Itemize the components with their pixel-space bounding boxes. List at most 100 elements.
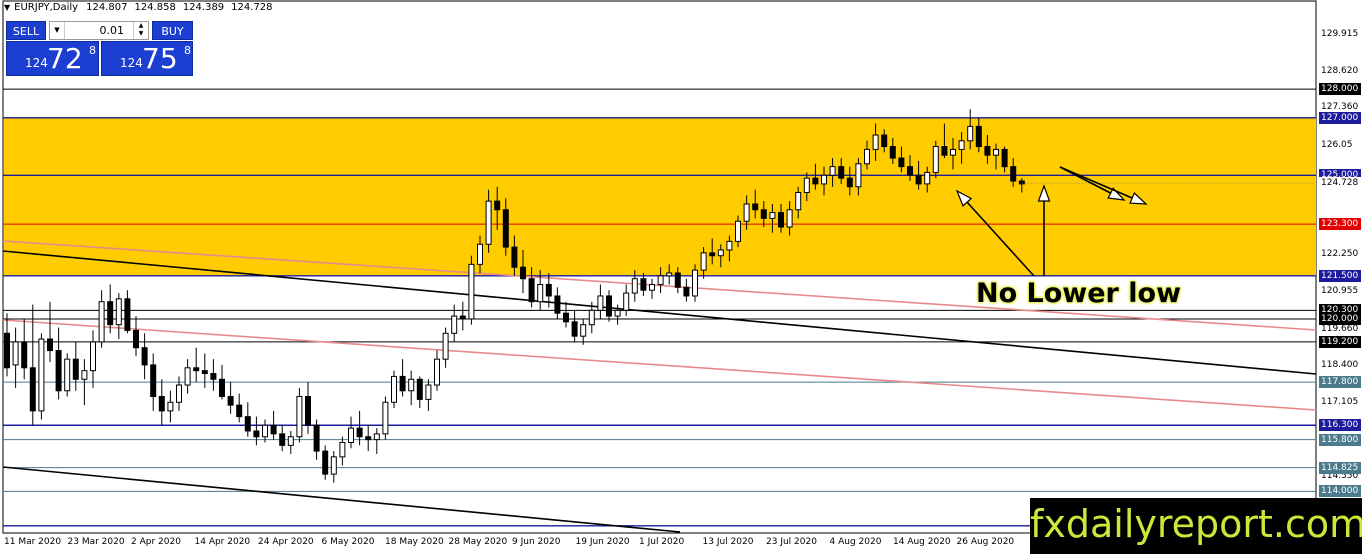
lot-value[interactable]: 0.01 (100, 22, 125, 39)
candle-bullish (855, 163, 862, 188)
candle-bullish (442, 332, 449, 360)
candle-bearish (563, 312, 569, 323)
lot-dropdown-icon[interactable]: ▼ (50, 22, 65, 39)
sell-price-display[interactable]: 124 72 8 (6, 41, 99, 76)
candle-bearish (141, 347, 148, 366)
price-tick-label: 128.620 (1321, 66, 1359, 77)
candle-bearish (975, 125, 982, 148)
candle-bearish (356, 427, 363, 438)
candle-bearish (984, 146, 991, 156)
candle-bullish (167, 401, 174, 412)
open-price: 124.807 (86, 2, 128, 13)
date-tick-label: 23 Mar 2020 (67, 537, 125, 547)
date-tick-label: 9 Jun 2020 (512, 537, 561, 547)
watermark: fxdailyreport.com (1030, 498, 1362, 554)
price-tick-label: 122.250 (1321, 249, 1359, 260)
candle-bullish (993, 148, 999, 156)
sell-price-prefix: 124 (25, 56, 48, 70)
buy-price-display[interactable]: 124 75 8 (101, 41, 193, 76)
price-level-label: 116.300 (1319, 419, 1361, 432)
date-tick-label: 1 Jul 2020 (639, 537, 685, 547)
price-level-label: 114.000 (1319, 485, 1361, 498)
candle-bearish (838, 166, 845, 179)
sell-button[interactable]: SELL (6, 21, 46, 40)
candle-bullish (803, 177, 810, 194)
price-level-label: 114.825 (1319, 461, 1361, 474)
candle-bullish (90, 341, 96, 372)
candle-bullish (115, 298, 122, 326)
candle-bullish (296, 396, 303, 438)
price-level-label: 128.000 (1319, 83, 1361, 96)
buy-button[interactable]: BUY (152, 21, 193, 40)
price-level-label: 121.500 (1319, 269, 1361, 282)
date-tick-label: 19 Jun 2020 (575, 537, 630, 547)
date-tick-label: 18 May 2020 (385, 537, 444, 547)
candle-bearish (219, 378, 225, 398)
price-level-label: 120.000 (1319, 312, 1361, 325)
candle-bullish (451, 315, 458, 334)
symbol-timeframe: EURJPY,Daily (14, 2, 79, 13)
candle-bearish (227, 396, 234, 406)
candle-bearish (133, 329, 139, 349)
candle-bullish (468, 263, 475, 320)
trendline-pink-lower (2, 319, 1317, 411)
candle-bearish (606, 295, 612, 317)
chart-window[interactable]: ▼ EURJPY,Daily 124.807 124.858 124.389 1… (0, 0, 1362, 554)
candle-bearish (193, 367, 200, 372)
candle-bullish (614, 309, 621, 317)
candle-bullish (588, 309, 595, 326)
candle-bullish (176, 384, 182, 403)
price-level-label: 119.200 (1319, 335, 1361, 348)
candle-bearish (4, 332, 10, 369)
candle-bearish (459, 315, 466, 320)
candle-bearish (47, 338, 53, 352)
candle-bullish (382, 401, 389, 435)
candle-bearish (778, 212, 784, 228)
candle-bullish (287, 436, 294, 446)
candle-bearish (201, 370, 208, 375)
candle-bearish (760, 209, 767, 219)
candle-bearish (494, 200, 501, 211)
candle-bullish (348, 427, 354, 443)
one-click-trading-panel: SELL ▼ 0.01 ▲ ▼ BUY 124 72 8 124 75 8 (6, 21, 193, 76)
close-price: 124.728 (231, 2, 273, 13)
candle-bearish (279, 433, 286, 446)
candle-bearish (545, 283, 552, 297)
candle-bullish (262, 424, 268, 438)
candle-bullish (81, 370, 88, 380)
candle-bearish (709, 252, 716, 257)
lot-spinner-icon[interactable]: ▲ ▼ (133, 22, 148, 39)
low-price: 124.389 (182, 2, 225, 13)
candle-bullish (769, 212, 776, 219)
candle-bearish (528, 278, 535, 303)
candle-bullish (967, 125, 974, 142)
candle-bearish (399, 375, 406, 392)
candle-bullish (339, 441, 346, 458)
candle-bullish (743, 203, 750, 222)
date-tick-label: 14 Apr 2020 (194, 537, 251, 547)
candle-bullish (872, 134, 879, 150)
candle-bullish (864, 148, 870, 165)
date-tick-label: 2 Apr 2020 (131, 537, 181, 547)
date-tick-label: 11 Mar 2020 (4, 537, 62, 547)
collapse-triangle-icon[interactable]: ▼ (4, 3, 10, 12)
candle-bullish (692, 269, 698, 297)
candle-bullish (373, 433, 380, 441)
candle-bullish (477, 243, 483, 265)
date-tick-label: 4 Aug 2020 (829, 537, 882, 547)
price-chart[interactable] (0, 0, 1362, 554)
lot-size-field[interactable]: ▼ 0.01 ▲ ▼ (49, 21, 149, 40)
candle-bullish (649, 283, 655, 291)
candle-bearish (752, 203, 759, 211)
candle-bearish (365, 436, 372, 441)
candle-bearish (846, 177, 853, 188)
candle-bearish (416, 378, 423, 400)
sell-price-pip: 8 (89, 44, 96, 57)
price-level-label: 115.800 (1319, 433, 1361, 446)
candle-bullish (924, 171, 931, 185)
candle-bearish (55, 350, 62, 392)
candle-bearish (305, 396, 311, 426)
candle-bullish (434, 358, 440, 386)
candle-bearish (554, 295, 561, 314)
date-tick-label: 26 Aug 2020 (956, 537, 1015, 547)
